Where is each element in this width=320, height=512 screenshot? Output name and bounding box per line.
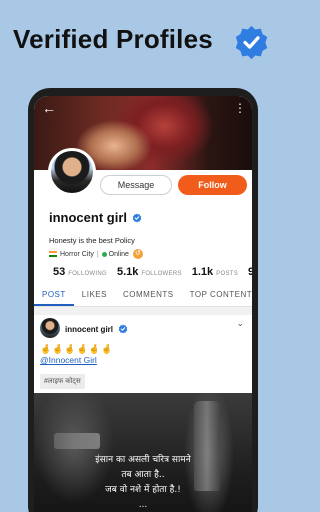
tab-comments[interactable]: COMMENTS [115,285,182,306]
post-hashtag[interactable]: #लाइफ कोट्स [40,374,85,389]
profile-tabs: POST LIKES COMMENTS TOP CONTENT [34,285,252,307]
back-arrow-icon[interactable]: ← [42,101,56,115]
stat-following-value[interactable]: 53 [53,266,65,278]
phone-frame: ← ⋮ Message Follow innocent girl Honesty… [28,88,258,512]
profile-name-row: innocent girl [49,210,142,225]
flag-icon [49,251,57,257]
stat-posts-value[interactable]: 1.1k [192,266,213,278]
meta-separator: | [96,250,99,258]
quote-line: इंसान का असली चरित्र सामने [95,455,191,465]
quote-line: तब आता है.. [121,470,165,480]
tab-likes[interactable]: LIKES [74,285,115,306]
profile-name: innocent girl [49,210,127,225]
app-screen: ← ⋮ Message Follow innocent girl Honesty… [34,96,252,512]
glass-shape [54,433,100,449]
post-emojis: 🤞🤞🤞🤞🤞🤞 [40,344,114,354]
profile-bio: Honesty is the best Policy [49,236,135,245]
tab-top-content[interactable]: TOP CONTENT [182,285,252,306]
quote-line: जब वो नशे में होता है.! [105,485,181,495]
profile-avatar[interactable] [48,148,96,196]
verified-badge-icon [235,25,268,60]
share-icon[interactable]: ↺ [132,249,143,259]
post-quote: इंसान का असली चरित्र सामने तब आता है.. ज… [34,453,252,512]
post-author-avatar[interactable] [40,318,60,338]
follow-button[interactable]: Follow [178,175,247,195]
profile-status: Online [108,250,129,258]
section-divider [34,307,252,315]
profile-location: Horror City [60,250,94,258]
post-author-row: innocent girl [65,324,128,334]
profile-stats: 53 FOLLOWING 5.1k FOLLOWERS 1.1k POSTS 9 [53,266,252,278]
stat-followers-value[interactable]: 5.1k [117,266,138,278]
online-dot-icon [101,251,107,257]
stat-followers-label: FOLLOWERS [141,271,182,277]
quote-line: ... [138,500,148,510]
profile-meta: Horror City | Online ↺ [49,249,143,259]
stat-following-label: FOLLOWING [68,271,107,277]
post-author-name[interactable]: innocent girl [65,325,113,334]
post-mention-link[interactable]: @Innocent Girl [40,355,97,365]
banner-title: Verified Profiles [13,24,213,54]
verified-badge-icon [118,324,128,334]
tab-post[interactable]: POST [34,285,74,306]
chevron-down-icon[interactable]: ⌄ [236,318,244,329]
stat-posts-label: POSTS [216,271,239,277]
post-image[interactable]: इंसान का असली चरित्र सामने तब आता है.. ज… [34,393,252,512]
message-button[interactable]: Message [100,175,172,195]
verified-badge-icon [132,213,142,222]
more-vert-icon[interactable]: ⋮ [234,102,246,114]
stat-extra-value[interactable]: 9 [248,266,252,278]
